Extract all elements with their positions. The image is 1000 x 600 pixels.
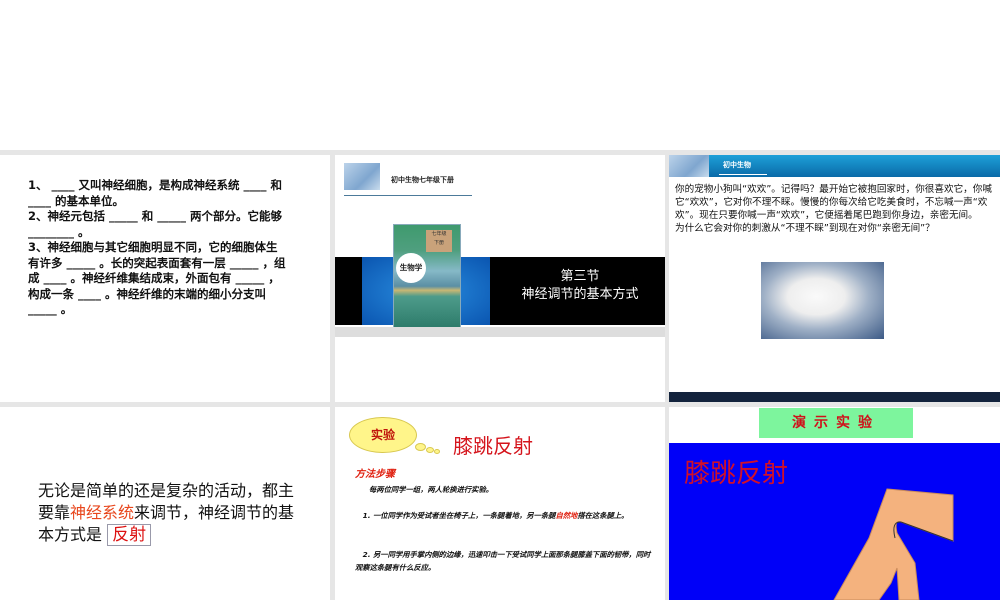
question-3: 3、神经细胞与其它细胞明显不同，它的细胞体生有许多 _____ 。长的突起表面套… xyxy=(28,240,286,316)
textbook-cover-image: 七年级下册 生物学 xyxy=(393,224,461,328)
slide-title: 第三节 神经调节的基本方式 xyxy=(495,268,665,304)
highlight-term: 神经系统 xyxy=(70,503,135,522)
step-1-text-end: 搭在这条腿上。 xyxy=(577,511,629,520)
section-title: 神经调节的基本方式 xyxy=(521,287,639,302)
question-2: 2、神经元包括 _____ 和 _____ 两个部分。它能够 ________ … xyxy=(28,209,283,239)
header-underline xyxy=(719,174,767,175)
crossed-legs-illustration xyxy=(833,488,954,600)
header-divider xyxy=(344,195,472,196)
slide-thumbnail-6[interactable]: 演示实验 膝跳反射 xyxy=(669,407,1000,600)
experiment-title: 膝跳反射 xyxy=(453,434,533,458)
slide-thumbnail-1[interactable]: 1、 ____ 又叫神经细胞，是构成神经系统 ____ 和 ____ 的基本单位… xyxy=(0,155,330,402)
previous-row-slides xyxy=(0,0,1000,150)
story-question: 为什么它会对你的刺激从“不理不睬”到现在对你“亲密无间”？ xyxy=(675,223,935,234)
puppy-photo xyxy=(761,262,884,339)
footer-bar xyxy=(669,392,1000,402)
book-title: 生物学 xyxy=(396,253,426,283)
question-1: 1、 ____ 又叫神经细胞，是构成神经系统 ____ 和 ____ 的基本单位… xyxy=(28,178,283,208)
slide-header: 初中生物 xyxy=(723,161,751,169)
step-1-highlight: 自然地 xyxy=(555,511,578,520)
dna-logo-icon xyxy=(669,155,709,177)
book-grade: 七年级 xyxy=(431,231,447,237)
book-volume: 下册 xyxy=(433,240,444,246)
method-step-1: 1. 一位同学作为受试者坐在椅子上，一条腿着地，另一条腿自然地搭在这条腿上。 xyxy=(355,509,655,522)
summary-text: 无论是简单的还是复杂的活动，都主要靠神经系统来调节，神经调节的基本方式是 反射 xyxy=(38,480,303,546)
demo-banner: 演示实验 xyxy=(759,408,913,438)
step-2-text: 2. 另一同学用手掌内侧的边缘，迅速叩击一下受试同学上面那条腿膝盖下面的韧带，同… xyxy=(355,550,651,572)
answer-box: 反射 xyxy=(107,524,152,546)
demo-area: 膝跳反射 xyxy=(669,443,1000,600)
story-text: 你的宠物小狗叫“欢欢”。记得吗？最开始它被抱回家时，你很喜欢它，你喊它“欢欢”，… xyxy=(675,183,997,235)
story-paragraph: 你的宠物小狗叫“欢欢”。记得吗？最开始它被抱回家时，你很喜欢它，你喊它“欢欢”，… xyxy=(675,184,992,221)
step-1-text: 1. 一位同学作为受试者坐在椅子上，一条腿着地，另一条腿 xyxy=(362,511,556,520)
cloud-bubble xyxy=(434,449,440,454)
slide-thumbnail-5[interactable]: 实验 膝跳反射 方法步骤 每两位同学一组，两人轮换进行实验。 1. 一位同学作为… xyxy=(335,407,665,600)
slide-thumbnail-2[interactable]: 初中生物七年级下册 七年级下册 生物学 第三节 神经调节的基本方式 xyxy=(335,155,665,402)
slide-thumbnail-4[interactable]: 无论是简单的还是复杂的活动，都主要靠神经系统来调节，神经调节的基本方式是 反射 xyxy=(0,407,330,600)
cloud-bubble xyxy=(426,447,434,453)
book-label: 七年级 下册 xyxy=(426,230,452,252)
method-step-2: 2. 另一同学用手掌内侧的边缘，迅速叩击一下受试同学上面那条腿膝盖下面的韧带，同… xyxy=(355,548,655,574)
slide-header: 初中生物七年级下册 xyxy=(391,176,454,184)
fill-in-questions: 1、 ____ 又叫神经细胞，是构成神经系统 ____ 和 ____ 的基本单位… xyxy=(28,178,288,318)
method-heading: 方法步骤 xyxy=(355,469,395,480)
experiment-cloud-label: 实验 xyxy=(349,417,417,453)
band-shadow xyxy=(335,327,665,337)
section-number: 第三节 xyxy=(560,269,600,284)
method-intro: 每两位同学一组，两人轮换进行实验。 xyxy=(369,485,494,494)
cloud-bubble xyxy=(415,443,426,451)
slide-thumbnail-3[interactable]: 初中生物 你的宠物小狗叫“欢欢”。记得吗？最开始它被抱回家时，你很喜欢它，你喊它… xyxy=(669,155,1000,402)
dna-logo-icon xyxy=(344,163,380,190)
